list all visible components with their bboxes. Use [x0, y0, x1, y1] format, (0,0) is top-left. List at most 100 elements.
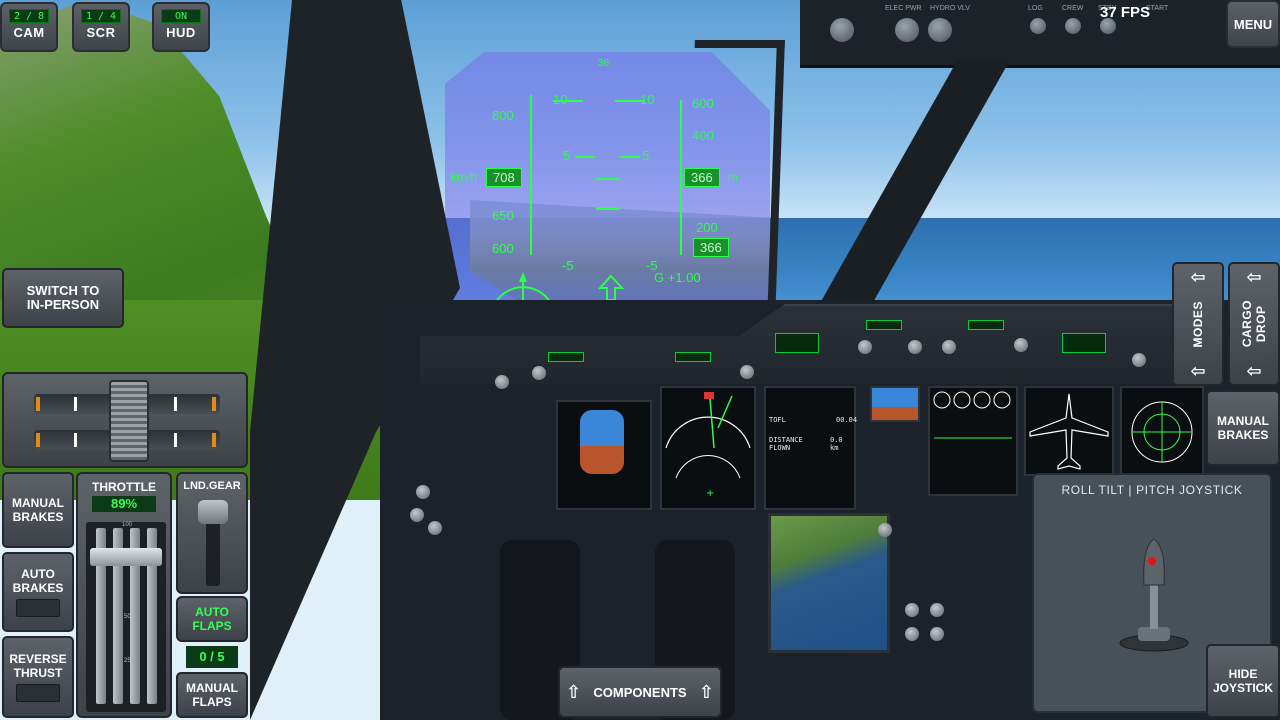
autopilot-knob[interactable]	[532, 366, 546, 380]
pitch-ladder-label: 5	[563, 148, 571, 163]
standby-attitude	[870, 386, 920, 422]
throttle-handle[interactable]	[90, 547, 162, 566]
components-button[interactable]: ⇧ COMPONENTS ⇧	[558, 666, 722, 718]
auto-brakes-indicator	[16, 599, 60, 617]
pitch-line	[553, 100, 583, 102]
nav-compass-arc: +	[665, 392, 751, 499]
autopilot-knob[interactable]	[908, 340, 922, 354]
auto-flaps-button[interactable]: AUTO FLAPS	[176, 596, 248, 642]
pitch-line	[620, 156, 640, 158]
speed-tick: 800	[492, 108, 514, 123]
overhead-label: ELEC PWR	[885, 5, 922, 12]
flight-path-marker	[596, 207, 620, 210]
manual-brakes-left-button[interactable]: MANUAL BRAKES	[2, 472, 74, 548]
joystick-icon[interactable]	[1114, 535, 1194, 655]
hud-label: HUD	[166, 25, 196, 40]
landing-gear-control[interactable]: LND.GEAR	[176, 472, 248, 594]
aircraft-direction-arrow-icon	[598, 274, 624, 301]
throttle-indicator	[36, 397, 40, 411]
manual-brakes-label: MANUAL BRAKES	[12, 496, 64, 524]
aircraft-silhouette-icon	[1029, 393, 1109, 470]
screen-indicator: 1 / 4	[81, 9, 121, 23]
heading-tick: 36	[598, 58, 610, 69]
overhead-knob[interactable]	[928, 18, 952, 42]
cargo-drop-label: CARGO DROP	[1240, 300, 1268, 348]
throttle-value: 89%	[92, 496, 156, 512]
hud-frame	[685, 40, 785, 320]
fmc-display	[1062, 333, 1106, 353]
speed-tick: 650	[492, 208, 514, 223]
flaps-position-indicator: 0 / 5	[186, 646, 238, 668]
arrow-left-icon: ⇦	[1190, 360, 1206, 381]
switch-to-in-person-button[interactable]: SWITCH TO IN-PERSON	[2, 268, 124, 328]
gear-lever-handle[interactable]	[198, 500, 228, 524]
overhead-panel: ELEC PWR HYDRO VLV LOG CREW STBY START	[800, 0, 1280, 68]
autopilot-display	[548, 352, 584, 362]
pitch-ladder-label: 5	[642, 148, 650, 163]
panel-knob[interactable]	[930, 603, 944, 617]
manual-flaps-button[interactable]: MANUAL FLAPS	[176, 672, 248, 718]
radar-display	[1120, 386, 1204, 476]
panel-knob[interactable]	[878, 523, 892, 537]
panel-knob[interactable]	[410, 508, 424, 522]
landing-gear-label: LND.GEAR	[183, 480, 241, 492]
arrow-left-icon: ⇦	[1190, 267, 1206, 287]
radar-compass-icon	[1131, 401, 1193, 463]
primary-flight-display	[556, 400, 652, 510]
terrain-map-display	[768, 513, 890, 653]
throttle-scale-label: 25	[124, 658, 131, 664]
standby-ground	[872, 407, 918, 420]
menu-button[interactable]: MENU	[1226, 0, 1280, 48]
cargo-drop-button[interactable]: ⇦ CARGO DROP ⇦	[1228, 262, 1280, 386]
modes-label: MODES	[1191, 300, 1205, 348]
autopilot-knob[interactable]	[942, 340, 956, 354]
panel-knob[interactable]	[930, 627, 944, 641]
components-label: COMPONENTS	[593, 684, 687, 700]
autopilot-knob[interactable]	[1014, 338, 1028, 352]
autopilot-knob[interactable]	[495, 375, 509, 389]
autopilot-display	[675, 352, 711, 362]
throttle-marker	[74, 397, 77, 411]
panel-knob[interactable]	[416, 485, 430, 499]
multifunction-display: TOFL 00.04 DISTANCE FLOWN 0.0 km	[764, 386, 857, 510]
overhead-switch[interactable]	[1065, 18, 1081, 34]
reverse-thrust-button[interactable]: REVERSE THRUST	[2, 636, 74, 718]
mfd-line: FLOWN	[769, 444, 791, 452]
autopilot-knob[interactable]	[1132, 353, 1146, 367]
autopilot-knob[interactable]	[858, 340, 872, 354]
aircraft-status-display	[1024, 386, 1114, 476]
throttle-indicator	[36, 433, 40, 447]
arrow-up-icon: ⇧	[566, 681, 582, 702]
auto-brakes-button[interactable]: AUTO BRAKES	[2, 552, 74, 632]
fps-counter: 37 FPS	[1100, 4, 1151, 21]
autopilot-display	[968, 320, 1004, 330]
overhead-knob[interactable]	[830, 18, 854, 42]
navigation-display: +	[660, 386, 756, 510]
panel-knob[interactable]	[905, 627, 919, 641]
manual-brakes-right-button[interactable]: MANUAL BRAKES	[1206, 390, 1280, 466]
throttle-marker	[174, 433, 177, 447]
arrow-left-icon: ⇦	[1246, 267, 1262, 287]
camera-button[interactable]: 2 / 8 CAM	[0, 2, 58, 52]
hide-joystick-button[interactable]: HIDE JOYSTICK	[1206, 644, 1280, 718]
camera-indicator: 2 / 8	[9, 9, 49, 23]
mfd-line: TOFL	[769, 416, 786, 424]
throttle-control[interactable]: THROTTLE 89% 100 50 25	[76, 472, 172, 718]
mfd-line: DISTANCE	[769, 436, 803, 444]
trim-throttle-control[interactable]	[2, 372, 248, 468]
throttle-marker	[174, 397, 177, 411]
auto-brakes-label: AUTO BRAKES	[12, 567, 64, 595]
overhead-knob[interactable]	[895, 18, 919, 42]
panel-knob[interactable]	[428, 521, 442, 535]
trim-grip-handle[interactable]	[109, 380, 149, 462]
panel-knob[interactable]	[905, 603, 919, 617]
hud-toggle-button[interactable]: ON HUD	[152, 2, 210, 52]
throttle-track[interactable]: 100 50 25	[86, 522, 166, 712]
screen-button[interactable]: 1 / 4 SCR	[72, 2, 130, 52]
pitch-ladder-label: -5	[562, 258, 574, 273]
pitch-line	[615, 100, 645, 102]
throttle-indicator	[212, 397, 216, 411]
autopilot-knob[interactable]	[740, 365, 754, 379]
overhead-switch[interactable]	[1030, 18, 1046, 34]
modes-button[interactable]: ⇦ MODES ⇦	[1172, 262, 1224, 386]
